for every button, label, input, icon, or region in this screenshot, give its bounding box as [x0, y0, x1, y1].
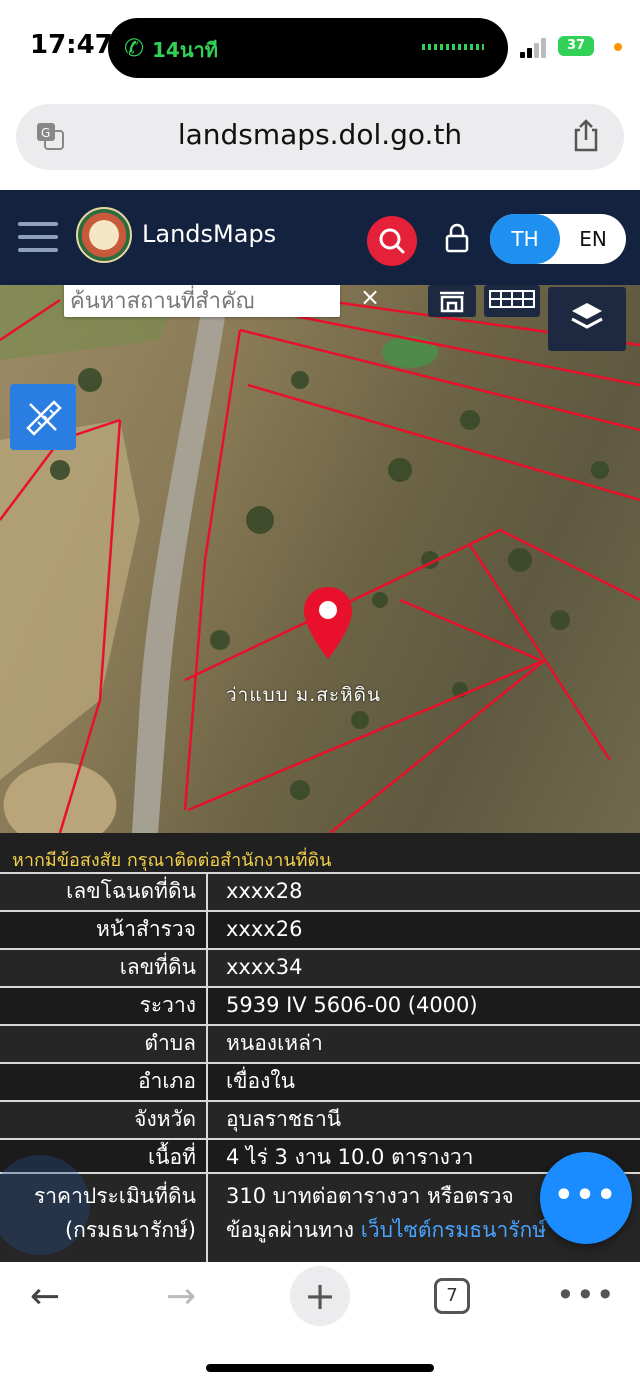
- brand-title: LandsMaps: [142, 220, 277, 248]
- forward-icon[interactable]: →: [166, 1276, 196, 1317]
- map-view[interactable]: [0, 285, 640, 833]
- grid-icon[interactable]: [484, 285, 540, 317]
- menu-icon[interactable]: [18, 222, 58, 252]
- info-value: อุบลราชธานี: [226, 1107, 342, 1131]
- info-row-area: เนื้อที่ 4 ไร่ 3 งาน 10.0 ตารางวา: [0, 1138, 640, 1176]
- info-label: ตำบล: [144, 1031, 196, 1055]
- privacy-indicator: [614, 43, 622, 51]
- location-pin-icon[interactable]: [300, 583, 356, 663]
- info-value: xxxx28: [226, 879, 303, 903]
- info-row-survey-page: หน้าสำรวจ xxxx26: [0, 910, 640, 948]
- info-value: xxxx26: [226, 917, 303, 941]
- layers-button[interactable]: [548, 287, 626, 351]
- search-button[interactable]: [367, 216, 417, 266]
- battery-icon: 37: [558, 36, 594, 56]
- search-icon: [379, 228, 405, 254]
- lang-th-button[interactable]: TH: [490, 214, 560, 264]
- info-row-land-number: เลขที่ดิน xxxx34: [0, 948, 640, 986]
- signal-icon: [520, 36, 550, 58]
- info-value: หนองเหล่า: [226, 1031, 323, 1055]
- call-duration: 14นาที: [152, 38, 218, 62]
- clear-search-button[interactable]: ×: [360, 283, 380, 311]
- info-value: เขื่องใน: [226, 1069, 296, 1093]
- more-dots-icon: •••: [554, 1178, 618, 1213]
- price-value: 310 บาทต่อตารางวา หรือตรวจ: [226, 1184, 514, 1208]
- back-icon[interactable]: ←: [30, 1276, 60, 1317]
- place-search-placeholder: ค้นหาสถานที่สำคัญ: [70, 289, 255, 309]
- price-value-prefix: ข้อมูลผ่านทาง: [226, 1218, 361, 1242]
- info-row-district: อำเภอ เขื่องใน: [0, 1062, 640, 1100]
- info-value: xxxx34: [226, 955, 303, 979]
- info-row-deed-number: เลขโฉนดที่ดิน xxxx28: [0, 872, 640, 910]
- info-label: อำเภอ: [137, 1069, 196, 1093]
- info-value: 5939 IV 5606-00 (4000): [226, 993, 478, 1017]
- tabs-icon[interactable]: 7: [434, 1278, 470, 1314]
- home-icon[interactable]: [428, 285, 476, 317]
- more-icon[interactable]: •••: [556, 1276, 616, 1314]
- lock-icon[interactable]: [444, 222, 470, 254]
- contact-notice: หากมีข้อสงสัย กรุณาติดต่อสำนักงานที่ดิน: [12, 850, 332, 871]
- price-label-source: (กรมธนารักษ์): [64, 1218, 196, 1242]
- price-value-line2: ข้อมูลผ่านทาง เว็บไซต์กรมธนารักษ์: [226, 1214, 546, 1247]
- parcel-map-label: ว่าแบบ ม.สะหิดิน: [226, 684, 381, 706]
- info-row-subdistrict: ตำบล หนองเหล่า: [0, 1024, 640, 1062]
- share-icon[interactable]: [570, 118, 602, 154]
- status-time: 17:47: [30, 30, 113, 60]
- plus-icon: +: [304, 1274, 336, 1318]
- lang-en-button[interactable]: EN: [560, 214, 626, 264]
- info-row-province: จังหวัด อุบลราชธานี: [0, 1100, 640, 1138]
- treasury-website-link[interactable]: เว็บไซต์กรมธนารักษ์: [361, 1218, 546, 1242]
- price-label: ราคาประเมินที่ดิน: [33, 1184, 196, 1208]
- column-divider: [206, 1172, 208, 1262]
- info-label: เลขโฉนดที่ดิน: [66, 879, 196, 903]
- url-text[interactable]: landsmaps.dol.go.th: [0, 118, 640, 151]
- phone-icon: ✆: [124, 34, 145, 62]
- logo-emblem: [76, 207, 132, 263]
- home-indicator[interactable]: [206, 1364, 434, 1372]
- info-label: ระวาง: [139, 993, 196, 1017]
- info-row-map-sheet: ระวาง 5939 IV 5606-00 (4000): [0, 986, 640, 1024]
- measure-tool-button[interactable]: [10, 384, 76, 450]
- ruler-icon: [26, 400, 62, 436]
- audio-wave-icon: [422, 44, 484, 50]
- info-label: จังหวัด: [134, 1107, 196, 1131]
- info-label: หน้าสำรวจ: [96, 917, 196, 941]
- map-overlay: [0, 285, 640, 833]
- layers-icon: [571, 303, 603, 329]
- info-label: เลขที่ดิน: [119, 955, 196, 979]
- info-value: 4 ไร่ 3 งาน 10.0 ตารางวา: [226, 1145, 474, 1169]
